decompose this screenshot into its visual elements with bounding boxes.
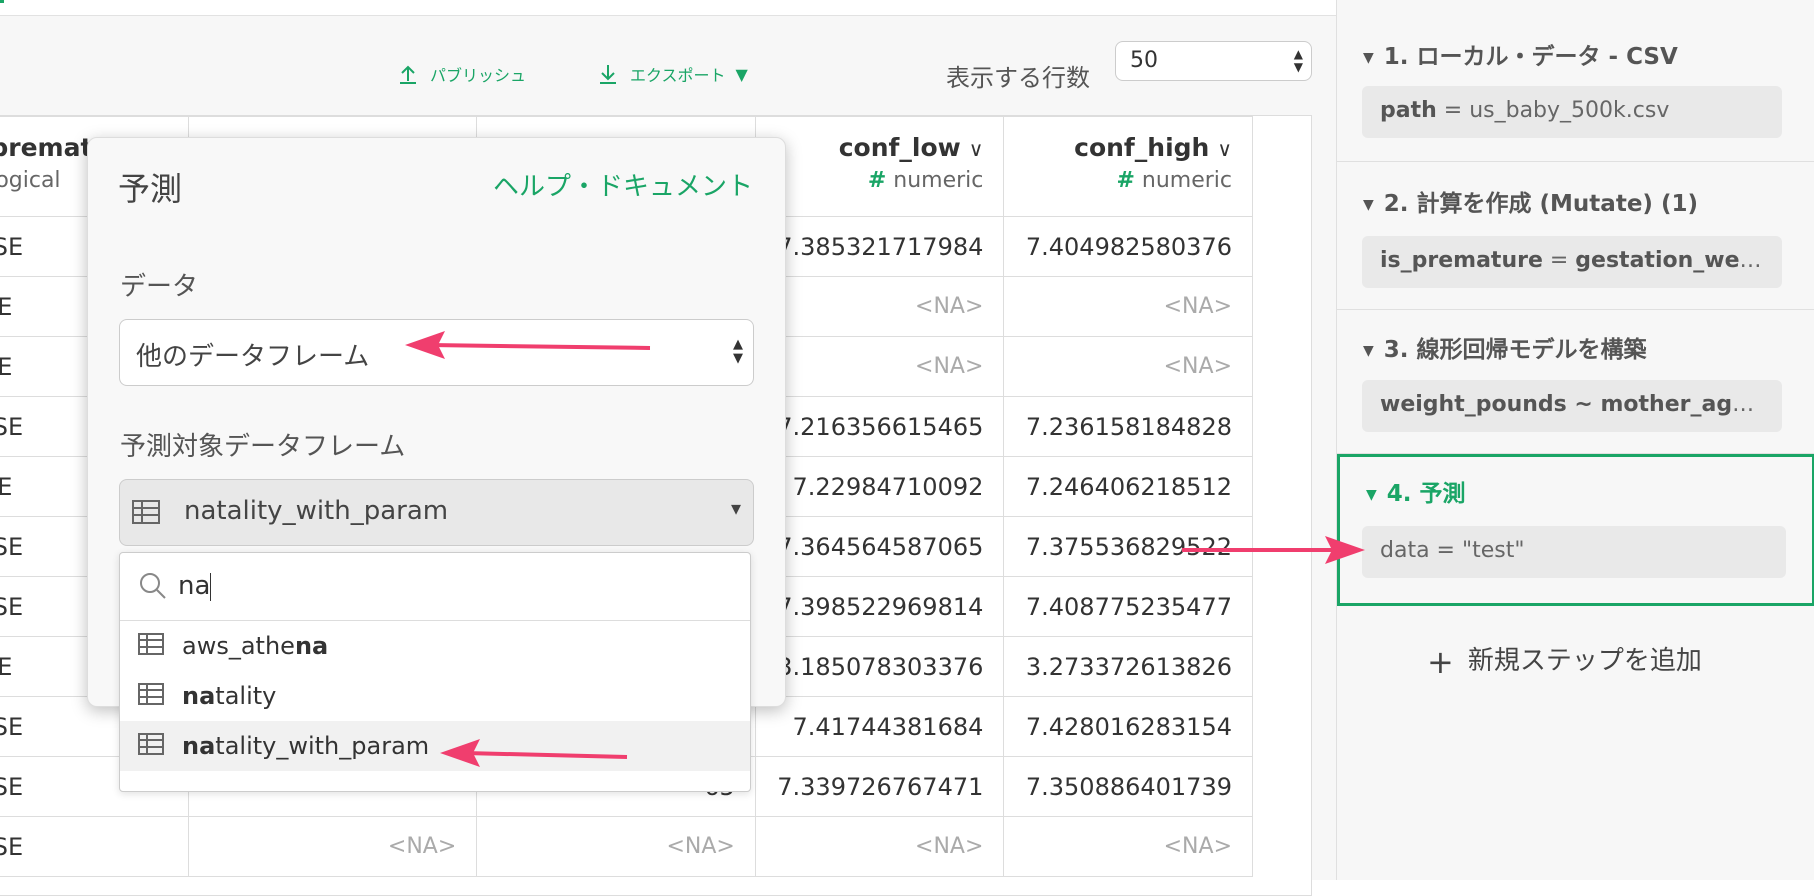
- table-icon: [138, 633, 164, 655]
- table-cell: <NA>: [1003, 816, 1253, 877]
- table-cell: <NA>: [1003, 276, 1253, 337]
- step-3[interactable]: ▼ 3. 線形回帰モデルを構築 weight_pounds ~ mother_ag…: [1337, 310, 1814, 454]
- table-cell: 3.185078303376: [754, 636, 1005, 697]
- rows-select[interactable]: 50 ▲ ▼: [1115, 41, 1312, 81]
- dialog-title: 予測: [118, 170, 183, 208]
- step-4-body: data = "test": [1362, 526, 1786, 578]
- table-icon: [138, 733, 164, 755]
- help-link[interactable]: ヘルプ・ドキュメント: [493, 166, 753, 203]
- table-cell: <NA>: [187, 816, 478, 877]
- table-cell: 7.428016283154: [1003, 696, 1253, 757]
- search-icon: [140, 573, 166, 599]
- step-4[interactable]: ▼ 4. 予測 data = "test": [1337, 454, 1814, 606]
- dropdown-search[interactable]: na: [120, 553, 750, 621]
- table-cell: 7.339726767471: [754, 756, 1005, 817]
- dropdown-option[interactable]: aws_athe na: [120, 621, 750, 671]
- data-select-value: 他のデータフレーム: [136, 342, 370, 372]
- step-3-body: weight_pounds ~ mother_age + fa...: [1362, 380, 1782, 432]
- step-1[interactable]: ▼ 1. ローカル・データ - CSV path = us_baby_500k.c…: [1337, 0, 1814, 162]
- table-cell: 7.216356615465: [754, 396, 1005, 457]
- table-cell: 7.404982580376: [1003, 216, 1253, 277]
- column-type: # numeric: [1116, 168, 1232, 193]
- dataframe-dropdown: na aws_athe na na tality na tality_with_param: [119, 552, 751, 792]
- table-cell: 7.246406218512: [1003, 456, 1253, 517]
- top-border: [0, 0, 1336, 16]
- triangle-down-icon: ▼: [1366, 486, 1377, 503]
- column-type: # numeric: [867, 168, 984, 193]
- column-header[interactable]: conf_low ∨ # numeric: [754, 116, 1005, 217]
- table-cell: <NA>: [1003, 336, 1253, 397]
- add-step-button[interactable]: + 新規ステップを追加: [1427, 640, 1702, 681]
- step-2-body: is_premature = gestation_weeks ...: [1362, 236, 1782, 288]
- table-cell: 7.236158184828: [1003, 396, 1253, 457]
- table-cell: 7.41744381684: [754, 696, 1005, 757]
- updown-icon: ▲ ▼: [1293, 47, 1303, 74]
- table-cell: 7.22984710092: [754, 456, 1005, 517]
- table-cell: 7.398522969814: [754, 576, 1005, 637]
- caret-down-icon: ▼: [735, 64, 748, 84]
- table-cell: <NA>: [476, 816, 756, 877]
- data-label: データ: [120, 272, 199, 302]
- target-select-value: natality_with_param: [184, 496, 449, 526]
- triangle-down-icon: ▼: [1363, 49, 1374, 66]
- upload-icon: [400, 65, 416, 84]
- chevron-down-icon[interactable]: ∨: [1217, 137, 1232, 161]
- download-icon: [600, 65, 616, 84]
- step-2[interactable]: ▼ 2. 計算を作成 (Mutate) (1) is_premature = ge…: [1337, 162, 1814, 310]
- table-cell: ALSE: [0, 816, 189, 877]
- rows-value: 50: [1130, 48, 1158, 73]
- column-header[interactable]: conf_high ∨ # numeric: [1003, 116, 1253, 217]
- table-icon: [138, 683, 164, 705]
- target-label: 予測対象データフレーム: [120, 432, 406, 462]
- table-cell: 7.408775235477: [1003, 576, 1253, 637]
- caret-down-icon: ▾: [730, 496, 741, 520]
- rows-label: 表示する行数: [946, 64, 1090, 92]
- step-1-body: path = us_baby_500k.csv: [1362, 86, 1782, 138]
- export-label: エクスポート: [630, 66, 726, 85]
- publish-button[interactable]: パブリッシュ: [396, 54, 526, 94]
- target-select[interactable]: natality_with_param ▾: [119, 479, 754, 546]
- table-cell: 7.375536829522: [1003, 516, 1253, 577]
- dropdown-option[interactable]: na tality_with_param: [120, 721, 750, 771]
- export-button[interactable]: エクスポート ▼: [596, 54, 748, 94]
- search-input[interactable]: na: [178, 571, 212, 601]
- triangle-down-icon: ▼: [1363, 196, 1374, 213]
- table-cell: 7.364564587065: [754, 516, 1005, 577]
- table-icon: [132, 500, 160, 524]
- triangle-down-icon: ▼: [1363, 342, 1374, 359]
- table-row: ALSE<NA><NA><NA><NA>: [0, 816, 1253, 877]
- table-cell: 7.385321717984: [754, 216, 1005, 277]
- table-cell: <NA>: [754, 336, 1005, 397]
- table-cell: <NA>: [754, 276, 1005, 337]
- table-cell: 7.350886401739: [1003, 756, 1253, 817]
- publish-label: パブリッシュ: [430, 66, 527, 85]
- steps-sidebar: ▼ 1. ローカル・データ - CSV path = us_baby_500k.c…: [1336, 0, 1814, 880]
- chevron-down-icon[interactable]: ∨: [969, 137, 984, 161]
- updown-icon: ▲ ▼: [733, 337, 743, 366]
- table-cell: 3.273372613826: [1003, 636, 1253, 697]
- data-select[interactable]: 他のデータフレーム ▲ ▼: [119, 319, 754, 386]
- plus-icon: +: [1427, 642, 1454, 681]
- accent-tick: [0, 0, 4, 3]
- dropdown-option[interactable]: na tality: [120, 671, 750, 721]
- table-cell: <NA>: [754, 816, 1005, 877]
